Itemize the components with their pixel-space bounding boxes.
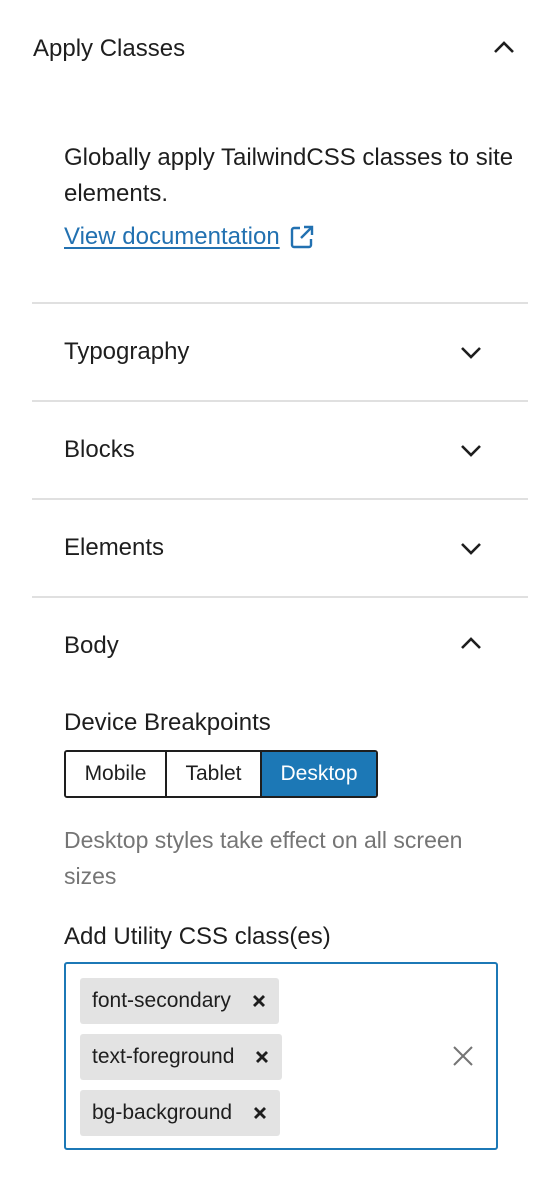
panel-description: Globally apply TailwindCSS classes to si… [64,144,514,207]
token-label: font-secondary [92,989,231,1012]
clear-all-icon[interactable] [450,1043,476,1069]
section-typography[interactable]: Typography [32,304,528,400]
chevron-down-icon [458,339,484,365]
view-documentation-link[interactable]: View documentation [64,220,316,254]
section-title: Body [64,632,119,659]
class-token: font-secondary [80,978,279,1024]
section-blocks[interactable]: Blocks [32,402,528,498]
section-body[interactable]: Body [32,598,528,694]
section-title: Blocks [64,436,135,463]
section-elements[interactable]: Elements [32,500,528,596]
remove-token-icon[interactable] [252,1105,268,1121]
breakpoint-mobile-button[interactable]: Mobile [66,752,165,796]
device-breakpoints-label: Device Breakpoints [64,709,271,736]
class-token: bg-background [80,1090,281,1136]
remove-token-icon[interactable] [254,1049,270,1065]
doc-link-label: View documentation [64,223,280,250]
token-label: bg-background [92,1101,233,1124]
token-label: text-foreground [92,1045,235,1068]
panel-header[interactable]: Apply Classes [0,0,558,100]
external-link-icon [288,223,316,251]
chevron-down-icon [458,437,484,463]
panel-title: Apply Classes [33,35,186,62]
section-title: Typography [64,338,190,365]
chevron-up-icon [458,631,484,657]
class-token: text-foreground [80,1034,283,1080]
breakpoint-desktop-button[interactable]: Desktop [260,752,376,796]
section-title: Elements [64,534,165,561]
breakpoint-help-text: Desktop styles take effect on all screen… [64,827,463,889]
chevron-down-icon [458,535,484,561]
chevron-up-icon[interactable] [491,35,517,61]
breakpoint-tablet-button[interactable]: Tablet [165,752,260,796]
utility-classes-token-field[interactable]: font-secondary text-foreground bg-backgr… [64,962,498,1150]
utility-classes-label: Add Utility CSS class(es) [64,923,331,950]
breakpoint-toggle-group: Mobile Tablet Desktop [64,750,378,798]
remove-token-icon[interactable] [251,993,267,1009]
